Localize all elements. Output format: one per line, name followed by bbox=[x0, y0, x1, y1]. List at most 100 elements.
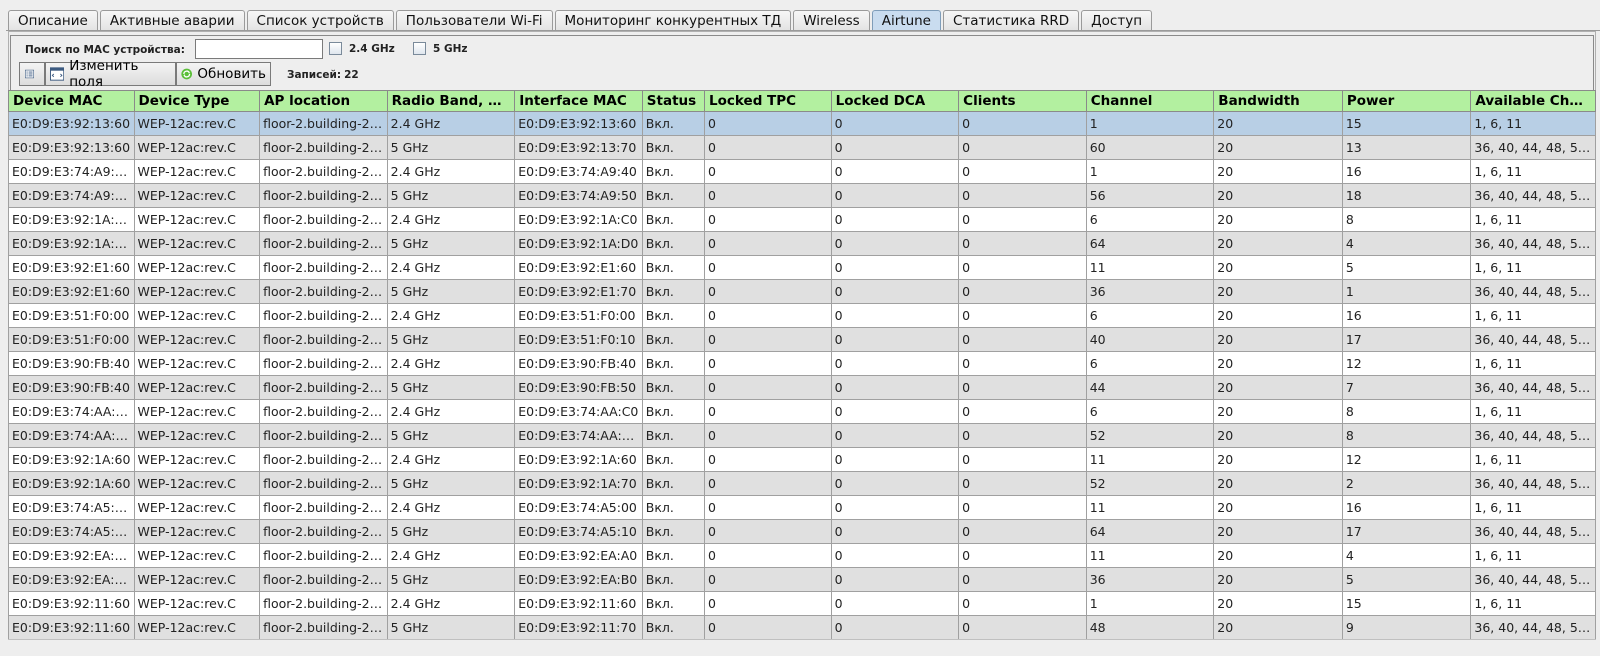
table-cell[interactable]: WEP-12ac:rev.C bbox=[133, 207, 261, 232]
table-cell[interactable]: 1, 6, 11 bbox=[1470, 447, 1596, 472]
table-cell[interactable]: 0 bbox=[830, 591, 960, 616]
table-cell[interactable]: 36 bbox=[1085, 567, 1215, 592]
table-cell[interactable]: 0 bbox=[830, 183, 960, 208]
column-header[interactable]: Device MAC bbox=[8, 90, 135, 112]
table-cell[interactable]: 5 GHz bbox=[386, 327, 516, 352]
table-cell[interactable]: 5 GHz bbox=[386, 231, 516, 256]
table-cell[interactable]: 0 bbox=[830, 207, 960, 232]
column-header[interactable]: Clients bbox=[958, 90, 1087, 112]
column-list-button[interactable] bbox=[19, 62, 45, 86]
table-cell[interactable]: 36, 40, 44, 48, 52... bbox=[1470, 423, 1596, 448]
table-cell[interactable]: E0:D9:E3:90:FB:50 bbox=[514, 375, 643, 400]
table-cell[interactable]: E0:D9:E3:92:EA:A0 bbox=[8, 567, 135, 592]
table-cell[interactable]: floor-2.building-2.... bbox=[259, 159, 388, 184]
table-cell[interactable]: WEP-12ac:rev.C bbox=[133, 519, 261, 544]
table-cell[interactable]: 0 bbox=[704, 447, 832, 472]
table-cell[interactable]: 17 bbox=[1341, 327, 1472, 352]
table-cell[interactable]: 0 bbox=[704, 567, 832, 592]
table-cell[interactable]: 11 bbox=[1085, 543, 1215, 568]
table-cell[interactable]: 0 bbox=[958, 495, 1087, 520]
table-cell[interactable]: 0 bbox=[958, 471, 1087, 496]
tab-2[interactable]: Список устройств bbox=[246, 10, 394, 31]
table-cell[interactable]: 20 bbox=[1213, 543, 1343, 568]
table-cell[interactable]: 5 GHz bbox=[386, 375, 516, 400]
table-cell[interactable]: 0 bbox=[958, 351, 1087, 376]
table-cell[interactable]: 0 bbox=[830, 327, 960, 352]
table-cell[interactable]: E0:D9:E3:74:A9:40 bbox=[514, 159, 643, 184]
table-cell[interactable]: 2.4 GHz bbox=[386, 351, 516, 376]
table-cell[interactable]: WEP-12ac:rev.C bbox=[133, 471, 261, 496]
table-row[interactable]: E0:D9:E3:92:E1:60 WEP-12ac:rev.C floor-2.b… bbox=[8, 255, 1596, 280]
table-cell[interactable]: 8 bbox=[1341, 399, 1472, 424]
table-cell[interactable]: 44 bbox=[1085, 375, 1215, 400]
table-cell[interactable]: Вкл. bbox=[641, 351, 706, 376]
table-cell[interactable]: WEP-12ac:rev.C bbox=[133, 255, 261, 280]
table-cell[interactable]: 20 bbox=[1213, 567, 1343, 592]
table-cell[interactable]: 8 bbox=[1341, 207, 1472, 232]
table-cell[interactable]: floor-2.building-2.... bbox=[259, 519, 388, 544]
table-cell[interactable]: 0 bbox=[704, 495, 832, 520]
table-cell[interactable]: 36, 40, 44, 48, 52... bbox=[1470, 471, 1596, 496]
table-cell[interactable]: E0:D9:E3:92:E1:60 bbox=[8, 279, 135, 304]
table-cell[interactable]: 0 bbox=[704, 231, 832, 256]
table-row[interactable]: E0:D9:E3:92:1A:C0 WEP-12ac:rev.C floor-2.b… bbox=[8, 207, 1596, 232]
table-cell[interactable]: 5 GHz bbox=[386, 615, 516, 639]
table-cell[interactable]: floor-2.building-2.... bbox=[259, 231, 388, 256]
table-cell[interactable]: 36 bbox=[1085, 279, 1215, 304]
table-cell[interactable]: floor-2.building-2.... bbox=[259, 183, 388, 208]
table-cell[interactable]: 0 bbox=[830, 351, 960, 376]
table-cell[interactable]: 0 bbox=[704, 351, 832, 376]
table-cell[interactable]: Вкл. bbox=[641, 495, 706, 520]
table-row[interactable]: E0:D9:E3:92:1A:C0 WEP-12ac:rev.C floor-2.b… bbox=[8, 231, 1596, 256]
column-header[interactable]: Power bbox=[1341, 90, 1472, 112]
table-cell[interactable]: E0:D9:E3:92:11:70 bbox=[514, 615, 643, 639]
table-cell[interactable]: 1 bbox=[1085, 111, 1215, 136]
table-cell[interactable]: 20 bbox=[1213, 447, 1343, 472]
table-cell[interactable]: 0 bbox=[958, 591, 1087, 616]
table-cell[interactable]: 0 bbox=[830, 543, 960, 568]
table-cell[interactable]: floor-2.building-2.... bbox=[259, 375, 388, 400]
table-cell[interactable]: E0:D9:E3:74:AA:C0 bbox=[514, 399, 643, 424]
table-cell[interactable]: 0 bbox=[958, 519, 1087, 544]
table-row[interactable]: E0:D9:E3:92:1A:60 WEP-12ac:rev.C floor-2.b… bbox=[8, 471, 1596, 496]
tab-7[interactable]: Статистика RRD bbox=[942, 10, 1080, 31]
table-cell[interactable]: Вкл. bbox=[641, 567, 706, 592]
table-cell[interactable]: 2.4 GHz bbox=[386, 591, 516, 616]
table-cell[interactable]: 13 bbox=[1341, 135, 1472, 160]
table-cell[interactable]: 20 bbox=[1213, 255, 1343, 280]
table-cell[interactable]: Вкл. bbox=[641, 279, 706, 304]
table-cell[interactable]: floor-2.building-2.... bbox=[259, 351, 388, 376]
table-cell[interactable]: 0 bbox=[704, 543, 832, 568]
table-cell[interactable]: floor-2.building-2.... bbox=[259, 111, 388, 136]
table-cell[interactable]: E0:D9:E3:92:E1:60 bbox=[514, 255, 643, 280]
table-cell[interactable]: E0:D9:E3:92:1A:D0 bbox=[514, 231, 643, 256]
table-cell[interactable]: 17 bbox=[1341, 519, 1472, 544]
tab-3[interactable]: Пользователи Wi-Fi bbox=[395, 10, 553, 31]
table-cell[interactable]: 20 bbox=[1213, 183, 1343, 208]
table-row[interactable]: E0:D9:E3:74:AA:C0 WEP-12ac:rev.C floor-2.b… bbox=[8, 423, 1596, 448]
table-cell[interactable]: floor-2.building-2.... bbox=[259, 399, 388, 424]
table-cell[interactable]: E0:D9:E3:92:EA:B0 bbox=[514, 567, 643, 592]
table-cell[interactable]: Вкл. bbox=[641, 591, 706, 616]
table-cell[interactable]: 7 bbox=[1341, 375, 1472, 400]
table-cell[interactable]: floor-2.building-2.... bbox=[259, 279, 388, 304]
table-cell[interactable]: 2.4 GHz bbox=[386, 495, 516, 520]
table-cell[interactable]: WEP-12ac:rev.C bbox=[133, 327, 261, 352]
table-cell[interactable]: 20 bbox=[1213, 591, 1343, 616]
table-cell[interactable]: Вкл. bbox=[641, 111, 706, 136]
table-cell[interactable]: 1, 6, 11 bbox=[1470, 399, 1596, 424]
table-cell[interactable]: Вкл. bbox=[641, 375, 706, 400]
table-cell[interactable]: 2.4 GHz bbox=[386, 303, 516, 328]
table-cell[interactable]: 20 bbox=[1213, 231, 1343, 256]
table-cell[interactable]: E0:D9:E3:74:A9:40 bbox=[8, 159, 135, 184]
table-cell[interactable]: 36, 40, 44, 48, 52... bbox=[1470, 231, 1596, 256]
table-cell[interactable]: Вкл. bbox=[641, 423, 706, 448]
column-header[interactable]: Bandwidth bbox=[1213, 90, 1343, 112]
table-cell[interactable]: 0 bbox=[830, 399, 960, 424]
table-cell[interactable]: 20 bbox=[1213, 279, 1343, 304]
table-cell[interactable]: 0 bbox=[958, 447, 1087, 472]
table-row[interactable]: E0:D9:E3:51:F0:00 WEP-12ac:rev.C floor-2.b… bbox=[8, 303, 1596, 328]
table-cell[interactable]: 6 bbox=[1085, 303, 1215, 328]
table-cell[interactable]: E0:D9:E3:92:13:70 bbox=[514, 135, 643, 160]
table-cell[interactable]: 9 bbox=[1341, 615, 1472, 639]
